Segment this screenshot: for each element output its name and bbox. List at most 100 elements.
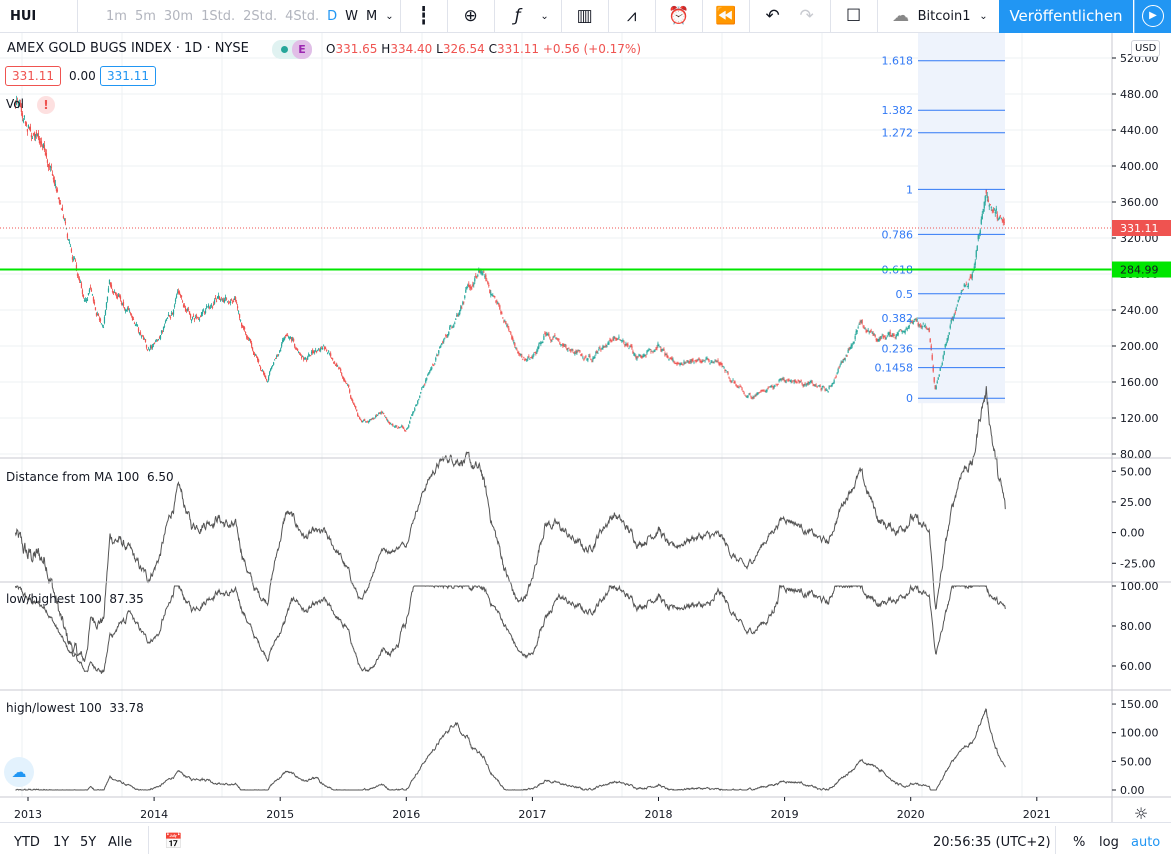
indicator-tick-label: 100.00 (1120, 580, 1159, 593)
candle-body (276, 355, 278, 357)
candle-body (827, 391, 829, 392)
candle-body (822, 385, 824, 387)
candle-body (278, 354, 280, 356)
candle-body (853, 341, 855, 343)
goto-date-icon[interactable]: 📅 (164, 832, 183, 850)
candle-body (93, 301, 96, 304)
candle-body (353, 402, 355, 405)
warning-icon[interactable]: ! (37, 96, 55, 114)
interval-30m[interactable]: 30m (164, 9, 193, 24)
interval-d[interactable]: D (327, 9, 337, 24)
candle-body (180, 295, 183, 298)
candle-body (314, 351, 316, 353)
candle-body (816, 386, 818, 388)
templates-icon[interactable]: ⩘ (615, 6, 649, 26)
candle-body (332, 358, 334, 360)
candle-body (587, 358, 589, 361)
top-toolbar: HUI 1m 5m 30m 1Std. 2Std. 4Std. D W M ⌄ … (0, 0, 1171, 33)
interval-m[interactable]: M (366, 9, 377, 24)
axis-settings-icon[interactable]: ☼ (1134, 804, 1148, 822)
earnings-badge[interactable]: E (292, 40, 312, 59)
range-1y[interactable]: 1Y (53, 835, 69, 850)
candle-body (350, 395, 352, 398)
chevron-down-icon[interactable]: ⌄ (970, 11, 996, 22)
candle-body (169, 317, 172, 318)
indicator-tick-label: 50.00 (1120, 755, 1152, 768)
divider (701, 0, 703, 33)
candle-body (45, 153, 48, 158)
candle-body (396, 425, 398, 427)
chart-canvas[interactable]: 00.14580.2360.3820.50.6180.78611.2721.38… (0, 33, 1171, 822)
chevron-down-icon[interactable]: ⌄ (535, 11, 555, 22)
candle-body (517, 351, 519, 354)
interval-w[interactable]: W (345, 9, 358, 24)
symbol-search[interactable]: HUI (0, 0, 78, 33)
candle-body (76, 274, 79, 276)
candle-body (359, 417, 361, 420)
pane-distance-ma-legend: Distance from MA 100 6.50 (6, 470, 174, 484)
candle-body (792, 380, 794, 382)
indicator-tick-label: 100.00 (1120, 727, 1159, 740)
fib-level-label: 1.618 (882, 55, 914, 68)
fib-level-label: 1.382 (882, 104, 914, 117)
candle-body (663, 349, 665, 351)
play-button[interactable]: ▶ (1134, 0, 1171, 33)
undo-icon[interactable]: ↶ (756, 6, 790, 26)
chevron-down-icon[interactable]: ⌄ (385, 11, 393, 22)
layout-name[interactable]: Bitcoin1 (918, 9, 971, 24)
candle-body (284, 337, 286, 340)
interval-1m[interactable]: 1m (106, 9, 127, 24)
candle-body (455, 319, 457, 320)
range-all[interactable]: Alle (108, 835, 132, 850)
candle-body (214, 297, 217, 299)
candle-body (281, 343, 283, 347)
currency-label[interactable]: USD (1131, 40, 1161, 57)
divider (829, 0, 831, 33)
indicators-fx-icon[interactable]: ƒ (501, 6, 535, 26)
buy-price-button[interactable]: 331.11 (100, 66, 156, 86)
candle-body (224, 297, 227, 299)
alert-clock-icon[interactable]: ⏰ (662, 6, 696, 26)
candle-body (735, 383, 737, 387)
interval-5m[interactable]: 5m (135, 9, 156, 24)
replay-icon[interactable]: ⏪ (709, 6, 743, 26)
candle-body (141, 335, 144, 337)
candle-body (994, 211, 996, 214)
candle-body (527, 357, 529, 359)
candle-body (981, 214, 983, 220)
candle-body (243, 327, 246, 330)
candle-body (987, 199, 989, 203)
candle-body (43, 144, 46, 151)
candle-body (953, 314, 955, 317)
candle-body (414, 408, 416, 411)
candle-body (871, 331, 873, 334)
range-ytd[interactable]: YTD (14, 835, 40, 850)
candle-body (959, 296, 961, 298)
auto-toggle[interactable]: auto (1131, 835, 1160, 850)
redo-icon[interactable]: ↷ (790, 6, 824, 26)
candle-body (505, 321, 507, 324)
fullscreen-box-icon[interactable]: ☐ (837, 6, 871, 26)
financials-icon[interactable]: ▥ (568, 6, 602, 26)
interval-2h[interactable]: 2Std. (243, 9, 277, 24)
publish-button[interactable]: Veröffentlichen (999, 0, 1133, 33)
candle-body (136, 325, 139, 327)
candle-body (651, 350, 653, 352)
compare-plus-icon[interactable]: ⊕ (454, 6, 488, 26)
clock-time[interactable]: 20:56:35 (UTC+2) (933, 835, 1051, 850)
interval-4h[interactable]: 4Std. (285, 9, 319, 24)
range-5y[interactable]: 5Y (80, 835, 96, 850)
sell-price-button[interactable]: 331.11 (5, 66, 61, 86)
interval-1h[interactable]: 1Std. (201, 9, 235, 24)
candle-body (482, 273, 484, 276)
candle-body (942, 355, 944, 360)
percent-toggle[interactable]: % (1073, 835, 1085, 850)
candle-body (744, 394, 746, 396)
candle-body (815, 384, 817, 386)
divider (876, 0, 878, 33)
tradingview-logo-icon[interactable]: ☁ (4, 757, 34, 787)
candle-body (554, 335, 556, 337)
candles-icon[interactable]: ┇ (407, 6, 441, 26)
log-toggle[interactable]: log (1099, 835, 1119, 850)
candle-body (933, 377, 935, 383)
